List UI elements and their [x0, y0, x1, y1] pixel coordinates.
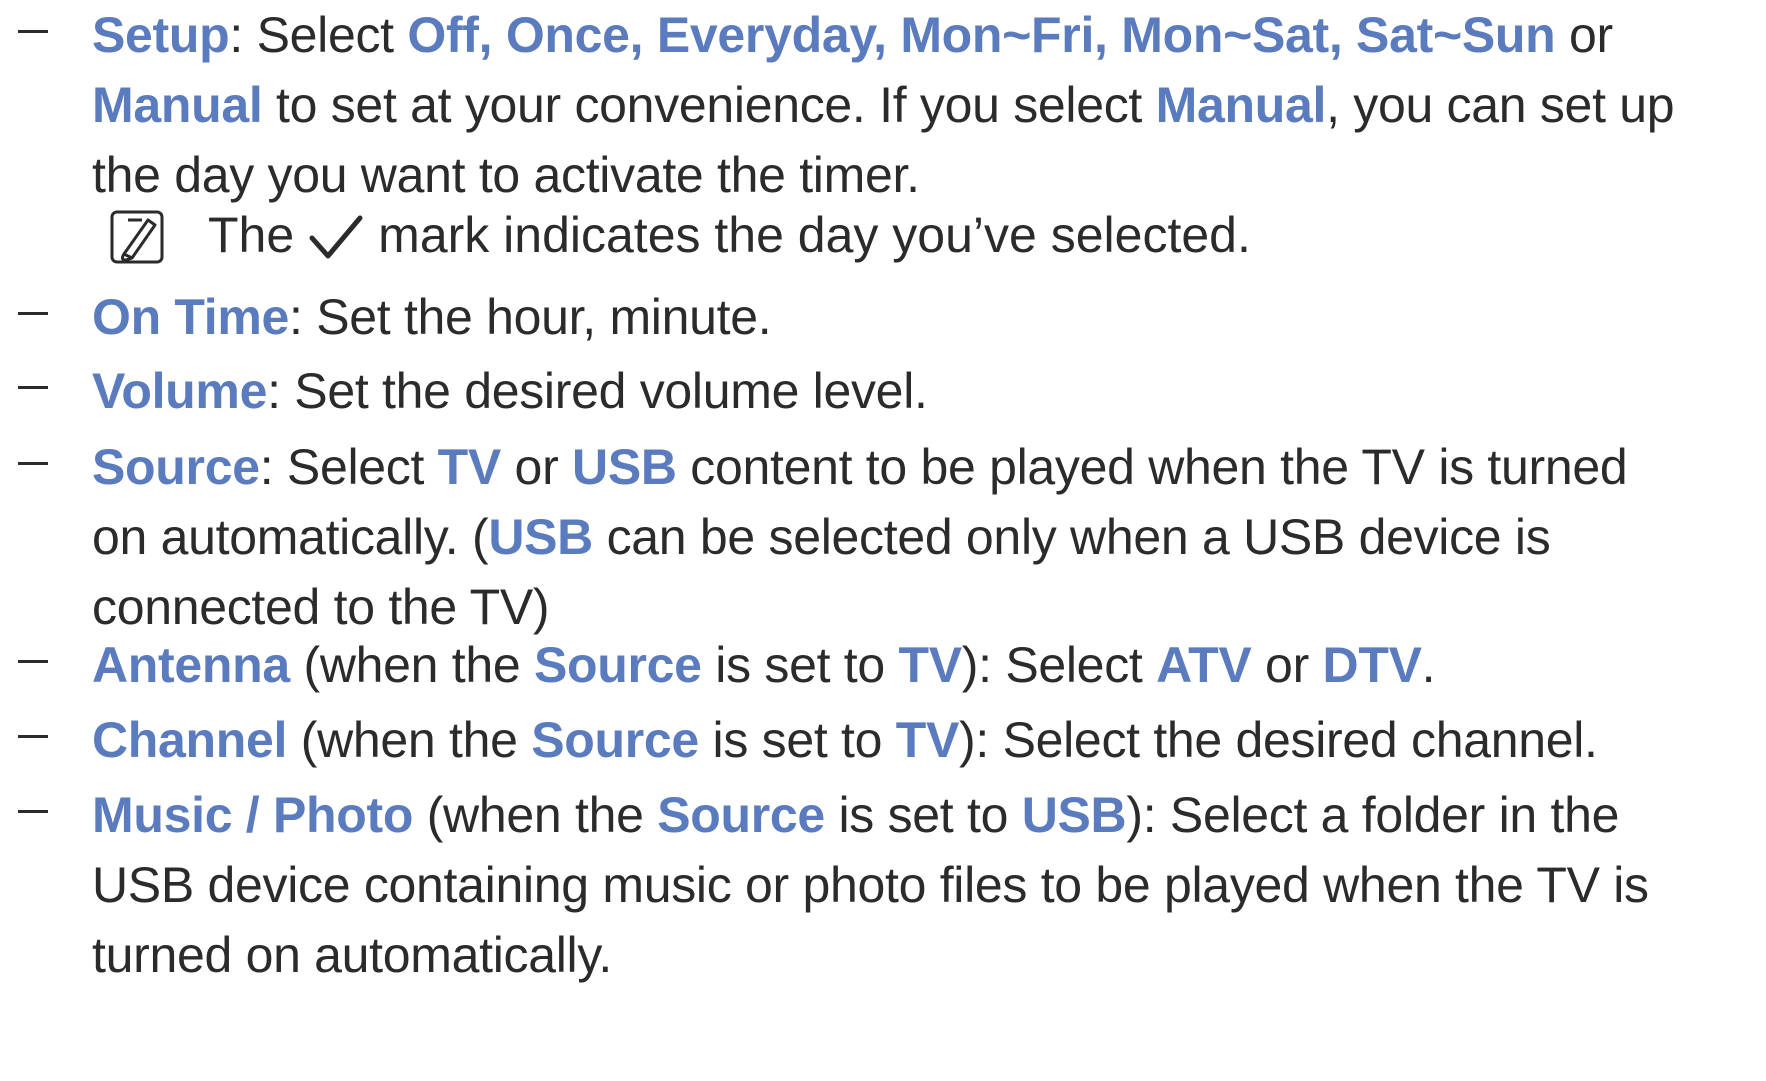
keyword-tv: TV: [437, 439, 502, 495]
keyword-volume: Volume: [92, 363, 268, 419]
text-run: , you can set up: [1326, 77, 1675, 133]
keyword-usb: USB: [1021, 787, 1127, 843]
text-line: Music / Photo (when the Source is set to…: [92, 780, 1766, 850]
text-run: : Select: [229, 7, 408, 63]
keyword-source: Source: [92, 439, 260, 495]
dash-bullet: [18, 462, 48, 465]
dash-bullet: [18, 660, 48, 663]
text-run: can be selected only when a USB device i…: [593, 509, 1551, 565]
keyword-source: Source: [533, 637, 702, 693]
text-run: or: [500, 439, 573, 495]
text-run: to set at your convenience. If you selec…: [262, 77, 1156, 133]
note-icon: [110, 210, 164, 264]
text-run: ): Select: [961, 637, 1157, 693]
item-text: On Time: Set the hour, minute.: [92, 282, 1766, 352]
keyword-music-photo: Music / Photo: [92, 787, 414, 843]
keyword-options: Off, Once, Everyday, Mon~Fri, Mon~Sat, S…: [407, 7, 1556, 63]
dash-bullet: [18, 386, 48, 389]
text-run: mark indicates the day you’ve selected.: [378, 207, 1251, 263]
keyword-source: Source: [531, 712, 699, 768]
text-run: content to be played when the TV is turn…: [676, 439, 1628, 495]
keyword-manual: Manual: [1155, 77, 1327, 133]
keyword-source: Source: [657, 787, 825, 843]
text-line: Setup: Select Off, Once, Everyday, Mon~F…: [92, 0, 1766, 70]
text-run: (when the: [289, 637, 534, 693]
text-run: (when the: [287, 712, 532, 768]
text-line: Source: Select TV or USB content to be p…: [92, 432, 1766, 502]
dash-bullet: [18, 30, 48, 33]
keyword-usb: USB: [572, 439, 677, 495]
text-run: or: [1251, 637, 1323, 693]
text-line: Manual to set at your convenience. If yo…: [92, 70, 1766, 140]
text-run: The: [208, 207, 295, 263]
text-line: turned on automatically.: [92, 920, 1766, 990]
keyword-setup: Setup: [92, 7, 230, 63]
text-line: USB device containing music or photo fil…: [92, 850, 1766, 920]
manual-page: Setup: Select Off, Once, Everyday, Mon~F…: [0, 0, 1766, 1081]
keyword-tv: TV: [898, 637, 962, 693]
item-text: Antenna (when the Source is set to TV): …: [92, 630, 1766, 700]
text-line: Volume: Set the desired volume level.: [92, 356, 1766, 426]
text-line: On Time: Set the hour, minute.: [92, 282, 1766, 352]
keyword-usb: USB: [488, 509, 593, 565]
keyword-channel: Channel: [92, 712, 288, 768]
keyword-antenna: Antenna: [92, 637, 290, 693]
keyword-atv: ATV: [1156, 637, 1252, 693]
dash-bullet: [18, 312, 48, 315]
text-run: ): Select the desired channel.: [959, 712, 1598, 768]
keyword-on-time: On Time: [92, 289, 290, 345]
item-text: Source: Select TV or USB content to be p…: [92, 432, 1766, 642]
dash-bullet: [18, 735, 48, 738]
item-text: Music / Photo (when the Source is set to…: [92, 780, 1766, 990]
note-text: The mark indicates the day you’ve selecte…: [208, 200, 1251, 270]
text-run: is set to: [824, 787, 1022, 843]
keyword-manual: Manual: [92, 77, 263, 133]
text-run: (when the: [413, 787, 658, 843]
text-run: turned on automatically.: [92, 927, 612, 983]
dash-bullet: [18, 810, 48, 813]
item-text: Setup: Select Off, Once, Everyday, Mon~F…: [92, 0, 1766, 210]
text-line: Channel (when the Source is set to TV): …: [92, 705, 1766, 775]
text-run: the day you want to activate the timer.: [92, 147, 920, 203]
text-line: on automatically. (USB can be selected o…: [92, 502, 1766, 572]
text-run: ): Select a folder in the: [1126, 787, 1620, 843]
item-text: Channel (when the Source is set to TV): …: [92, 705, 1766, 775]
text-run: .: [1421, 637, 1436, 693]
item-text: Volume: Set the desired volume level.: [92, 356, 1766, 426]
text-run: : Set the hour, minute.: [289, 289, 772, 345]
text-run: is set to: [698, 712, 896, 768]
keyword-dtv: DTV: [1322, 637, 1422, 693]
text-line: Antenna (when the Source is set to TV): …: [92, 630, 1766, 700]
check-icon: [309, 215, 363, 259]
text-run: : Select: [259, 439, 438, 495]
text-run: on automatically. (: [92, 509, 489, 565]
text-run: is set to: [701, 637, 899, 693]
text-run: USB device containing music or photo fil…: [92, 857, 1649, 913]
text-run: : Set the desired volume level.: [267, 363, 928, 419]
text-run: connected to the TV): [92, 579, 550, 635]
text-run: or: [1555, 7, 1613, 63]
keyword-tv: TV: [895, 712, 960, 768]
